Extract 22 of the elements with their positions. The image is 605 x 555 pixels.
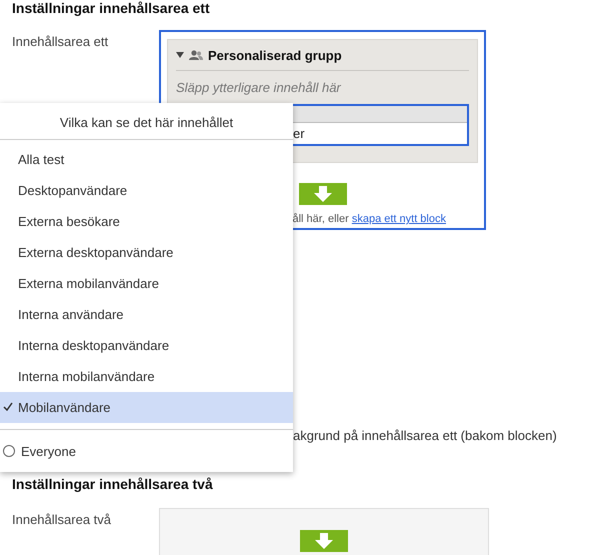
check-icon bbox=[3, 402, 13, 411]
audience-item[interactable]: Interna desktopanvändare bbox=[0, 330, 293, 361]
field-label: Innehållsarea två bbox=[12, 512, 112, 527]
audience-item[interactable]: Interna mobilanvändare bbox=[0, 361, 293, 392]
popup-title: Vilka kan se det här innehållet bbox=[0, 103, 293, 140]
section-heading: Inställningar innehållsarea två bbox=[11, 476, 214, 494]
radio-label: Everyone bbox=[21, 444, 76, 458]
option-label: akgrund på innehållsarea ett (bakom blocken) bbox=[293, 428, 557, 443]
collapse-caret-icon[interactable] bbox=[176, 52, 184, 58]
audience-item[interactable]: Interna användare bbox=[0, 299, 293, 330]
create-block-link[interactable]: skapa ett nytt block bbox=[352, 213, 446, 225]
field-label: Innehållsarea ett bbox=[12, 34, 110, 49]
audience-item[interactable]: Mobilanvändare bbox=[0, 392, 293, 423]
drop-hint: Släpp ytterligare innehåll här bbox=[176, 79, 342, 97]
radio-button[interactable] bbox=[3, 445, 15, 457]
block-text: er bbox=[293, 126, 305, 141]
group-title: Personaliserad grupp bbox=[208, 48, 342, 62]
audience-item[interactable]: Externa mobilanvändare bbox=[0, 268, 293, 299]
drop-text: åll här, eller skapa ett nytt block bbox=[292, 213, 447, 225]
people-icon bbox=[189, 50, 203, 60]
audience-item[interactable]: Externa desktopanvändare bbox=[0, 237, 293, 268]
section-heading: Inställningar innehållsarea ett bbox=[11, 0, 211, 18]
